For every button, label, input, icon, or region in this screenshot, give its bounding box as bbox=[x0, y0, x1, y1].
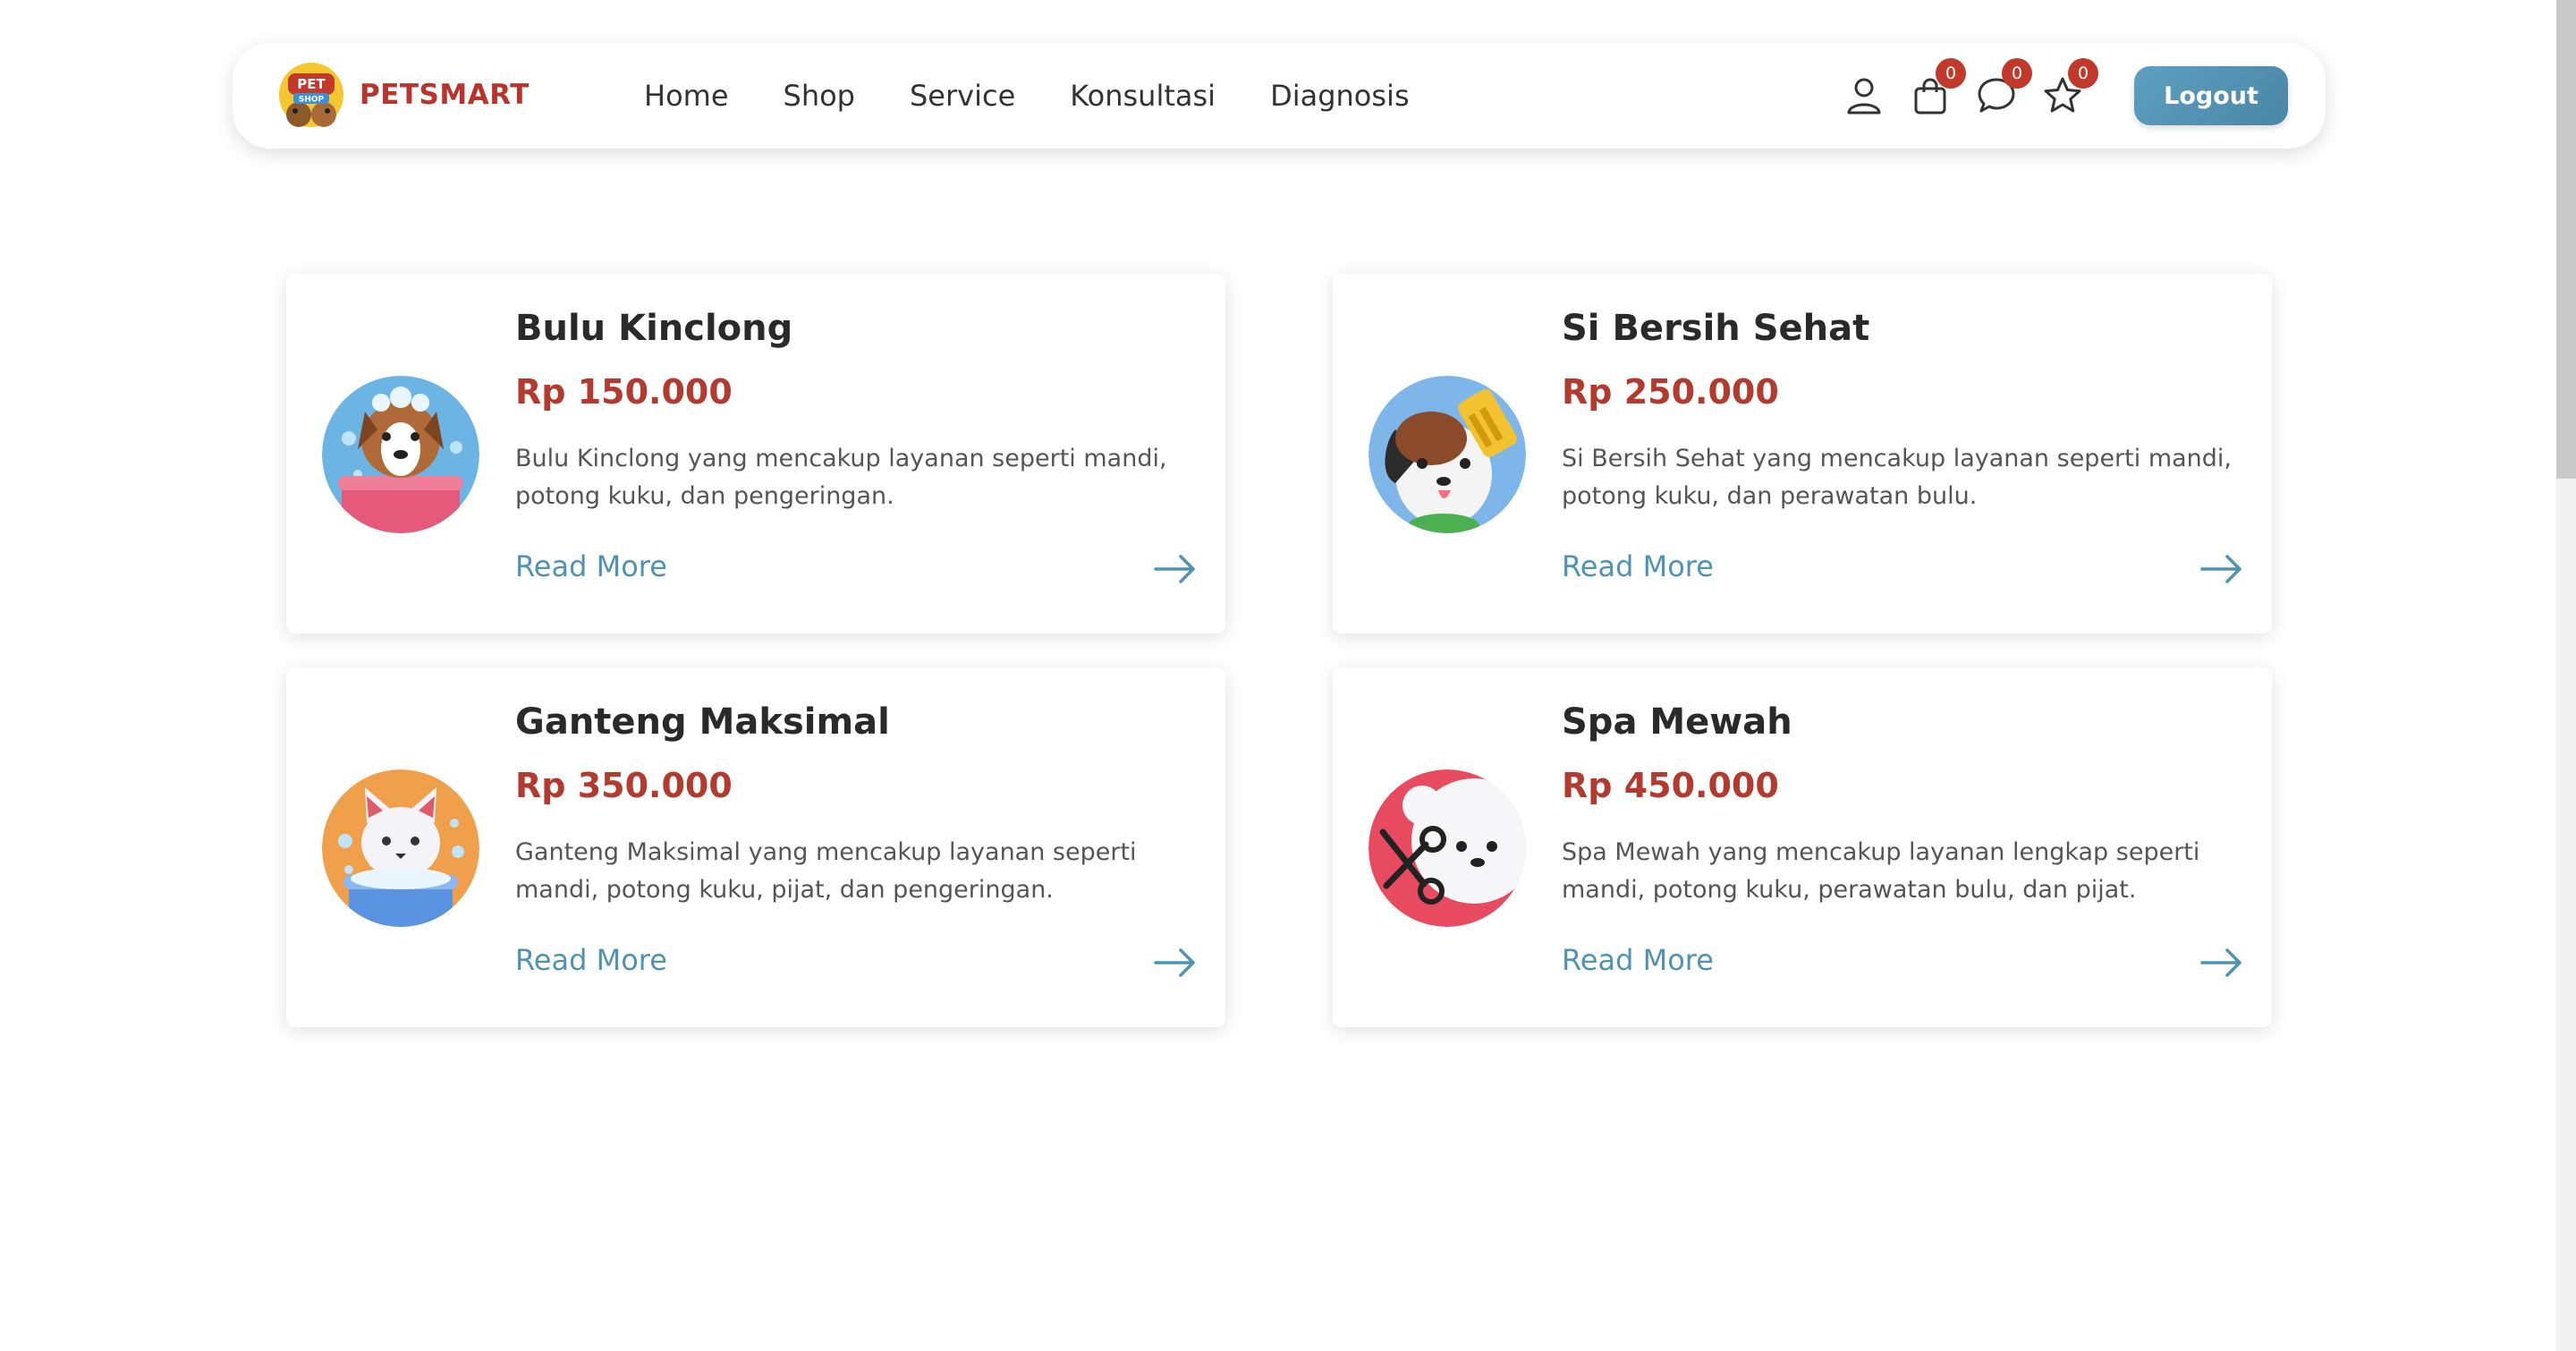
read-more-link[interactable]: Read More bbox=[515, 943, 667, 977]
main-nav: Home Shop Service Konsultasi Diagnosis bbox=[644, 43, 1464, 149]
arrow-right-icon[interactable] bbox=[1154, 553, 1197, 585]
svg-text:PET: PET bbox=[297, 76, 326, 92]
service-card-bulu-kinclong: Bulu Kinclong Rp 150.000 Bulu Kinclong y… bbox=[286, 274, 1225, 633]
navbar: PET SHOP PETSMART Home Shop Service Kons… bbox=[233, 43, 2326, 149]
svg-text:SHOP: SHOP bbox=[299, 96, 325, 105]
service-description: Ganteng Maksimal yang mencakup layanan s… bbox=[515, 838, 1137, 904]
nav-shop[interactable]: Shop bbox=[784, 79, 855, 113]
service-card-spa-mewah: Spa Mewah Rp 450.000 Spa Mewah yang menc… bbox=[1333, 667, 2272, 1027]
service-title: Ganteng Maksimal bbox=[515, 701, 890, 743]
service-price: Rp 150.000 bbox=[515, 372, 733, 412]
read-more-link[interactable]: Read More bbox=[1562, 549, 1714, 583]
service-description: Bulu Kinclong yang mencakup layanan sepe… bbox=[515, 445, 1167, 510]
shopping-bag-icon[interactable]: 0 bbox=[1909, 58, 1966, 117]
service-card-ganteng-maksimal: Ganteng Maksimal Rp 350.000 Ganteng Maks… bbox=[286, 667, 1225, 1027]
service-description: Spa Mewah yang mencakup layanan lengkap … bbox=[1562, 838, 2200, 904]
service-title: Spa Mewah bbox=[1562, 701, 1792, 743]
dog-brush-icon bbox=[1368, 376, 1526, 533]
service-price: Rp 350.000 bbox=[515, 766, 733, 805]
service-title: Si Bersih Sehat bbox=[1562, 308, 1870, 349]
petshop-logo-icon: PET SHOP bbox=[277, 61, 345, 129]
arrow-right-icon[interactable] bbox=[2200, 553, 2243, 585]
nav-diagnosis[interactable]: Diagnosis bbox=[1270, 79, 1410, 113]
service-price: Rp 250.000 bbox=[1562, 372, 1779, 412]
arrow-right-icon[interactable] bbox=[1154, 947, 1197, 979]
scrollbar-thumb[interactable] bbox=[2556, 0, 2576, 479]
scrollbar-track[interactable] bbox=[2556, 0, 2576, 1351]
nav-konsultasi[interactable]: Konsultasi bbox=[1070, 79, 1216, 113]
star-icon[interactable]: 0 bbox=[2041, 58, 2098, 117]
cart-count-badge: 0 bbox=[1936, 58, 1966, 89]
service-card-si-bersih-sehat: Si Bersih Sehat Rp 250.000 Si Bersih Seh… bbox=[1333, 274, 2272, 633]
poodle-scissors-icon bbox=[1368, 769, 1526, 927]
read-more-link[interactable]: Read More bbox=[1562, 943, 1714, 977]
nav-home[interactable]: Home bbox=[644, 79, 729, 113]
nav-service[interactable]: Service bbox=[910, 79, 1015, 113]
arrow-right-icon[interactable] bbox=[2200, 947, 2243, 979]
chat-icon[interactable]: 0 bbox=[1975, 58, 2032, 117]
service-title: Bulu Kinclong bbox=[515, 308, 793, 349]
cat-bath-icon bbox=[322, 769, 479, 927]
read-more-link[interactable]: Read More bbox=[515, 549, 667, 583]
logout-button[interactable]: Logout bbox=[2134, 66, 2288, 125]
chat-count-badge: 0 bbox=[2002, 58, 2032, 89]
wishlist-count-badge: 0 bbox=[2068, 58, 2098, 89]
header-actions: 0 0 0 Logout bbox=[1843, 43, 2288, 149]
user-icon[interactable] bbox=[1843, 74, 1885, 117]
service-description: Si Bersih Sehat yang mencakup layanan se… bbox=[1562, 445, 2233, 510]
service-price: Rp 450.000 bbox=[1562, 766, 1779, 805]
brand[interactable]: PET SHOP PETSMART bbox=[277, 61, 530, 129]
brand-name: PETSMART bbox=[360, 79, 530, 111]
dog-bath-icon bbox=[322, 376, 479, 533]
